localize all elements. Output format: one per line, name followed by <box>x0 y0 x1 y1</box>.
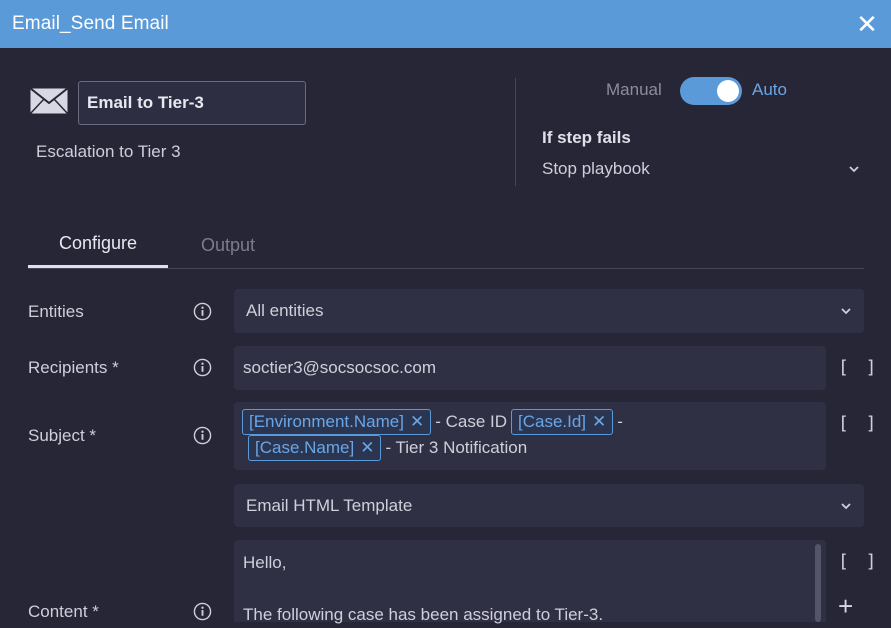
recipients-placeholder-button[interactable]: [ ] <box>838 357 880 378</box>
content-line: The following case has been assigned to … <box>243 605 604 624</box>
subject-placeholder-button[interactable]: [ ] <box>838 413 880 434</box>
step-description: Escalation to Tier 3 <box>36 142 181 161</box>
remove-chip-icon[interactable]: ✕ <box>360 435 374 461</box>
info-icon[interactable] <box>193 358 212 377</box>
subject-text: - Case ID <box>435 411 507 431</box>
content-line <box>243 576 817 602</box>
header-divider <box>515 78 516 186</box>
subject-text: - <box>617 411 623 431</box>
step-fails-select[interactable]: Stop playbook <box>542 155 860 183</box>
template-select[interactable]: Email HTML Template <box>234 484 864 527</box>
placeholder-chip: [Case.Id] ✕ <box>511 408 614 435</box>
envelope-icon <box>29 87 69 115</box>
recipients-value: soctier3@socsocsoc.com <box>243 358 436 377</box>
manual-auto-toggle[interactable] <box>680 77 742 105</box>
tab-output[interactable]: Output <box>173 222 283 268</box>
entities-select[interactable]: All entities <box>234 289 864 333</box>
toggle-knob <box>717 80 739 102</box>
content-scrollbar[interactable] <box>815 544 821 622</box>
step-name-input[interactable] <box>78 81 306 125</box>
content-line: Hello, <box>243 553 287 572</box>
info-icon[interactable] <box>193 602 212 621</box>
placeholder-chip: [Environment.Name] ✕ <box>242 408 432 435</box>
remove-chip-icon[interactable]: ✕ <box>410 409 424 435</box>
step-fails-value: Stop playbook <box>542 159 650 178</box>
tab-configure[interactable]: Configure <box>28 222 168 268</box>
mode-auto-label: Auto <box>752 80 787 99</box>
recipients-input[interactable]: soctier3@socsocsoc.com <box>234 346 826 390</box>
add-icon[interactable]: + <box>838 593 853 619</box>
subject-text: - Tier 3 Notification <box>385 438 528 458</box>
entities-value: All entities <box>246 301 324 320</box>
template-value: Email HTML Template <box>246 495 413 515</box>
remove-chip-icon[interactable]: ✕ <box>592 409 606 435</box>
chip-label: [Environment.Name] <box>249 411 404 431</box>
chevron-down-icon <box>849 166 859 173</box>
chevron-down-icon <box>841 502 851 509</box>
title-bar: Email_Send Email ✕ <box>0 0 891 48</box>
content-placeholder-button[interactable]: [ ] <box>838 551 880 572</box>
mode-manual-label: Manual <box>606 80 662 99</box>
tab-bar: Configure Output <box>28 222 864 269</box>
if-step-fails-label: If step fails <box>542 128 631 147</box>
content-textarea[interactable]: Hello, The following case has been assig… <box>234 540 826 624</box>
subject-label: Subject * <box>28 426 97 445</box>
placeholder-chip: [Case.Name] ✕ <box>248 435 382 462</box>
subject-input[interactable]: [Environment.Name] ✕ - Case ID [Case.Id] ✕ - … <box>234 402 826 470</box>
info-icon[interactable] <box>193 426 212 445</box>
chip-label: [Case.Name] <box>255 438 355 458</box>
window-title: Email_Send Email <box>12 13 169 34</box>
info-icon[interactable] <box>193 302 212 321</box>
content-label: Content * <box>28 602 99 621</box>
chevron-down-icon <box>841 308 851 315</box>
recipients-label: Recipients * <box>28 358 119 377</box>
entities-label: Entities <box>28 302 84 321</box>
close-icon[interactable]: ✕ <box>855 11 879 37</box>
chip-label: [Case.Id] <box>518 411 587 431</box>
